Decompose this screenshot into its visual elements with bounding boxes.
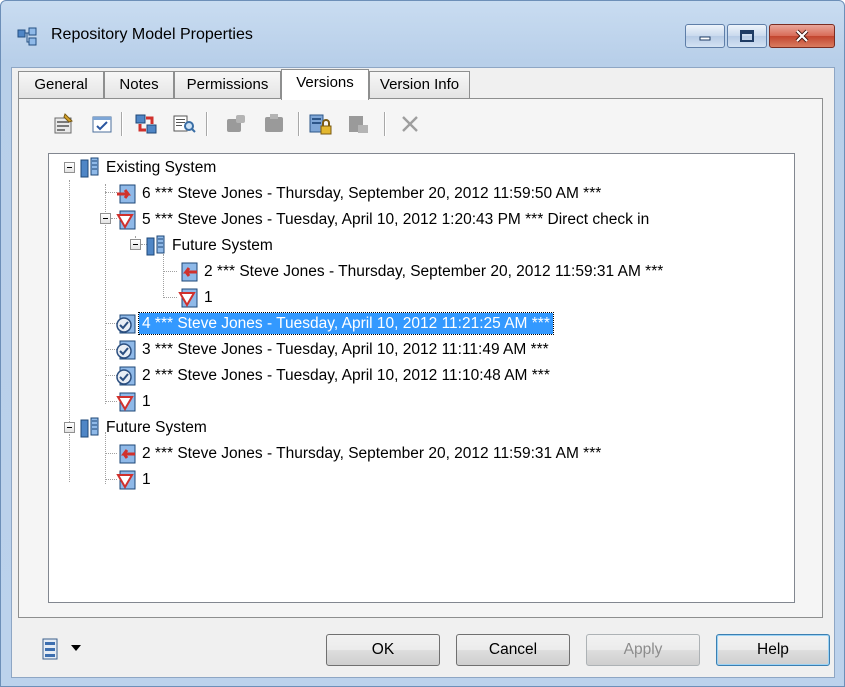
tab-permissions[interactable]: Permissions [174,71,281,98]
close-button[interactable] [769,24,835,48]
tree-item-label: 5 *** Steve Jones - Tuesday, April 10, 2… [142,211,650,228]
repository-model-icon [17,27,37,46]
cancel-button[interactable]: Cancel [456,634,570,666]
tree-item[interactable]: Future System [145,233,276,258]
tree-item[interactable]: Existing System [79,155,219,180]
compare-icon[interactable] [134,112,158,136]
initial-version-icon [116,470,136,489]
tree-connector [163,254,164,298]
version-icon [116,314,136,333]
tree-item[interactable]: 2 *** Steve Jones - Thursday, September … [115,441,604,466]
tree-connector [69,180,70,428]
version-tree[interactable]: Existing System 6 *** Steve Jones - Thur… [48,153,795,603]
menu-icon[interactable] [40,637,62,661]
extract-icon [265,114,283,132]
tree-item[interactable]: 1 [177,285,216,310]
tree-item-label: Future System [172,237,273,254]
tree-item-label: 3 *** Steve Jones - Tuesday, April 10, 2… [142,341,549,358]
branched-version-icon [181,262,198,281]
check-version-icon[interactable] [90,112,114,136]
tree-item[interactable]: 6 *** Steve Jones - Thursday, September … [115,181,604,206]
version-icon [116,340,136,359]
initial-version-icon [178,288,198,307]
help-button[interactable]: Help [716,634,830,666]
maximize-icon [728,25,766,47]
branch-icon [80,157,99,177]
branch-icon [80,417,99,437]
lock-icon[interactable] [308,112,332,136]
tree-item-label: 2 *** Steve Jones - Thursday, September … [142,445,602,462]
tree-item-label: Future System [106,419,207,436]
tree-item-label: 6 *** Steve Jones - Thursday, September … [142,185,602,202]
branch-icon [146,235,165,255]
tree-item-label: 1 [142,393,151,410]
toolbar-separator [384,112,386,136]
tree-item[interactable]: 1 [115,389,154,414]
tree-connector [69,434,70,482]
minimize-icon [686,25,724,47]
ok-button[interactable]: OK [326,634,440,666]
tab-version-info[interactable]: Version Info [369,71,470,98]
apply-button[interactable]: Apply [586,634,700,666]
collapse-toggle[interactable] [64,162,75,173]
initial-version-icon [116,392,136,411]
chevron-down-icon[interactable] [71,645,81,651]
properties-icon[interactable] [52,112,76,136]
unlock-icon [349,116,368,133]
maximize-button[interactable] [727,24,767,48]
tab-notes[interactable]: Notes [104,71,174,98]
tree-item-label: 1 [142,471,151,488]
tree-item[interactable]: 5 *** Steve Jones - Tuesday, April 10, 2… [115,207,652,232]
tree-item[interactable]: 2 *** Steve Jones - Thursday, September … [177,259,666,284]
tree-connector [163,297,177,298]
delete-icon [402,116,418,132]
tree-item-label: 2 *** Steve Jones - Thursday, September … [204,263,664,280]
collapse-toggle[interactable] [64,422,75,433]
tree-item[interactable]: Future System [79,415,210,440]
tree-item-label: 4 *** Steve Jones - Tuesday, April 10, 2… [138,312,554,335]
tree-item[interactable]: 3 *** Steve Jones - Tuesday, April 10, 2… [115,337,552,362]
toolbar-separator [298,112,300,136]
tree-item[interactable]: 2 *** Steve Jones - Tuesday, April 10, 2… [115,363,553,388]
tree-item-label: 1 [204,289,213,306]
tab-versions[interactable]: Versions [281,69,369,100]
branched-version-icon [117,184,136,203]
collapse-toggle[interactable] [100,213,111,224]
tree-item-label: 2 *** Steve Jones - Tuesday, April 10, 2… [142,367,550,384]
tree-connector [163,271,177,272]
close-icon [770,25,834,47]
title-bar[interactable]: Repository Model Properties [1,1,844,67]
initial-version-icon [116,210,136,229]
tab-general[interactable]: General [18,71,104,98]
consolidate-icon [227,115,245,132]
report-icon[interactable] [172,112,196,136]
minimize-button[interactable] [685,24,725,48]
tree-item-label: Existing System [106,159,217,176]
version-icon [116,366,136,385]
window-title: Repository Model Properties [51,26,253,43]
branched-version-icon [119,444,136,463]
collapse-toggle[interactable] [130,239,141,250]
toolbar-separator [206,112,208,136]
tree-item[interactable]: 4 *** Steve Jones - Tuesday, April 10, 2… [115,311,554,336]
tree-item[interactable]: 1 [115,467,154,492]
toolbar-separator [121,112,123,136]
